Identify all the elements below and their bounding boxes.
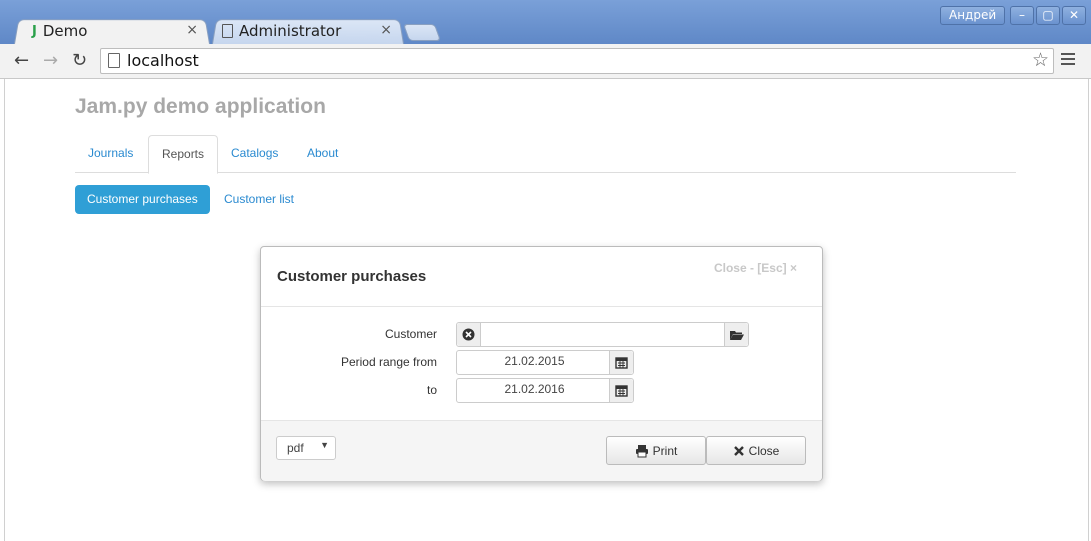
printer-icon — [635, 444, 648, 457]
jampy-favicon-icon: J — [32, 23, 37, 39]
format-select[interactable]: pdf ▼ — [276, 436, 336, 460]
close-tab-icon[interactable]: × — [380, 22, 392, 38]
tab-journals[interactable]: Journals — [75, 135, 146, 172]
browser-titlebar: J Demo × Administrator × Андрей – ▢ ✕ — [0, 0, 1091, 44]
calendar-icon[interactable] — [609, 351, 633, 374]
clear-icon[interactable] — [457, 323, 481, 346]
subnav-customer-list[interactable]: Customer list — [212, 185, 306, 214]
page-icon — [108, 53, 120, 68]
new-tab-button[interactable] — [402, 24, 442, 41]
chevron-down-icon: ▼ — [320, 440, 329, 450]
customer-field[interactable] — [456, 322, 749, 347]
tab-about[interactable]: About — [294, 135, 351, 172]
app-title: Jam.py demo application — [75, 95, 326, 118]
tab-reports[interactable]: Reports — [148, 135, 219, 174]
print-button[interactable]: Print — [606, 436, 706, 465]
subnav-customer-purchases[interactable]: Customer purchases — [75, 185, 210, 214]
dialog-header: Customer purchases Close - [Esc] × — [261, 247, 822, 307]
bookmark-star-icon[interactable]: ☆ — [1032, 49, 1049, 72]
close-tab-icon[interactable]: × — [186, 22, 198, 38]
dialog-close-link[interactable]: Close - [Esc] × — [714, 261, 797, 275]
menu-icon[interactable] — [1061, 53, 1075, 68]
customer-label: Customer — [384, 327, 437, 341]
back-icon[interactable]: ← — [14, 50, 29, 71]
tab-administrator[interactable]: Administrator × — [212, 18, 404, 44]
period-to-field[interactable]: 21.02.2016 — [456, 378, 634, 403]
url-text: localhost — [127, 51, 199, 70]
browser-toolbar: ← → ↻ localhost ☆ — [0, 44, 1091, 79]
calendar-icon[interactable] — [609, 379, 633, 402]
minimize-icon[interactable]: – — [1010, 6, 1034, 25]
print-label: Print — [652, 443, 678, 458]
format-select-value: pdf — [287, 441, 304, 455]
dialog-title: Customer purchases — [277, 268, 427, 285]
forward-icon[interactable]: → — [43, 50, 58, 71]
report-dialog: Customer purchases Close - [Esc] × Custo… — [260, 246, 823, 481]
tab-label: Demo — [42, 22, 88, 40]
period-from-label: Period range from — [340, 355, 437, 369]
tab-demo[interactable]: J Demo × — [14, 18, 210, 44]
period-from-field[interactable]: 21.02.2015 — [456, 350, 634, 375]
close-window-icon[interactable]: ✕ — [1062, 6, 1086, 25]
period-from-value: 21.02.2015 — [504, 354, 565, 368]
page-icon — [222, 24, 233, 38]
close-icon — [733, 445, 744, 456]
period-to-value: 21.02.2016 — [504, 382, 565, 396]
close-label: Close — [748, 443, 780, 458]
tab-label: Administrator — [239, 22, 342, 40]
address-bar[interactable]: localhost ☆ — [100, 48, 1054, 74]
main-nav-tabs: Journals Reports Catalogs About — [75, 135, 1016, 174]
period-to-label: to — [426, 383, 437, 397]
folder-open-icon[interactable] — [724, 323, 748, 346]
close-button[interactable]: Close — [706, 436, 806, 465]
reload-icon[interactable]: ↻ — [72, 50, 87, 71]
tab-catalogs[interactable]: Catalogs — [218, 135, 291, 172]
maximize-icon[interactable]: ▢ — [1036, 6, 1060, 25]
profile-button[interactable]: Андрей — [940, 6, 1006, 25]
dialog-footer: pdf ▼ Print Close — [261, 420, 822, 481]
